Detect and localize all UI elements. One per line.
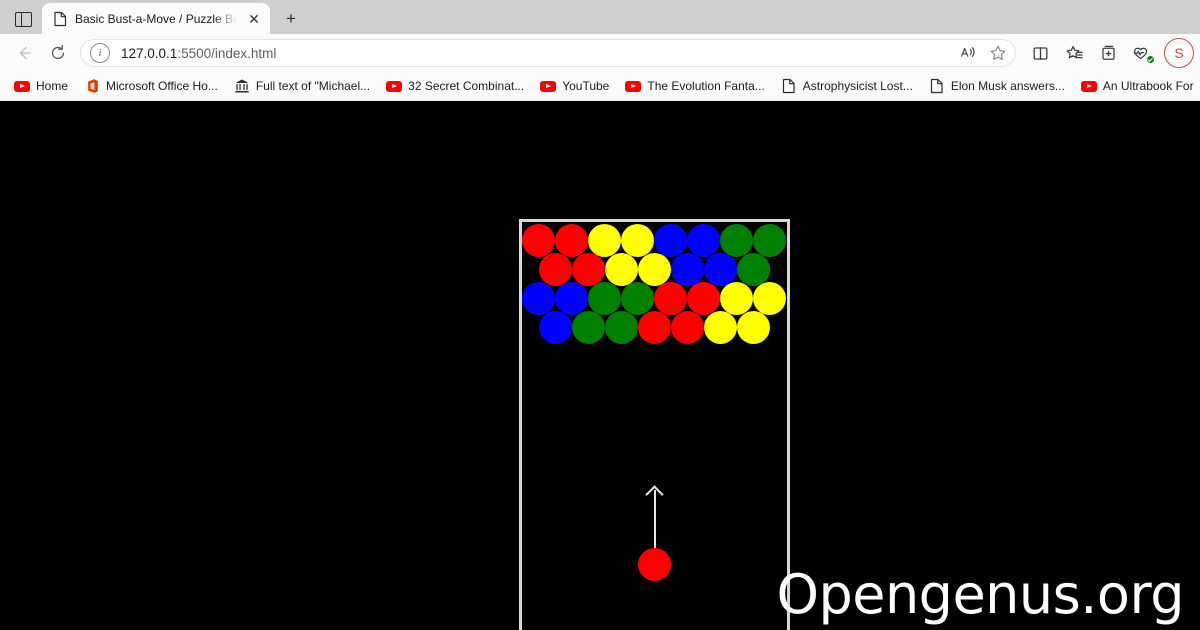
bookmark-label: 32 Secret Combinat... <box>408 79 525 93</box>
back-button[interactable] <box>8 38 40 68</box>
browser-toolbar: i 127.0.0.1:5500/index.html S <box>0 34 1200 72</box>
game-board[interactable] <box>519 219 790 630</box>
bubble <box>555 224 588 257</box>
bubble <box>736 253 770 286</box>
page-icon <box>782 78 795 94</box>
bubble <box>588 282 621 315</box>
reload-button[interactable] <box>42 38 74 68</box>
bookmark-label: YouTube <box>562 79 610 93</box>
tab-title: Basic Bust-a-Move / Puzzle Bobb <box>75 11 237 26</box>
youtube-icon <box>386 80 403 92</box>
bookmark-label: Full text of "Michael... <box>255 79 371 93</box>
bubble <box>654 224 687 257</box>
site-info-icon[interactable]: i <box>90 43 110 63</box>
page-icon <box>53 11 68 27</box>
bubble <box>670 253 704 286</box>
bookmark-item[interactable]: Home <box>6 76 76 96</box>
bubble <box>637 311 671 344</box>
bubble <box>736 311 770 344</box>
youtube-icon <box>1080 80 1097 92</box>
page-icon <box>930 78 943 94</box>
browser-essentials-icon[interactable] <box>1126 38 1158 68</box>
bubble <box>621 282 654 315</box>
tab-actions-icon <box>14 11 32 27</box>
bubble <box>703 253 737 286</box>
bookmark-label: Home <box>36 79 69 93</box>
url-host: 127.0.0.1 <box>121 45 178 61</box>
bubble <box>687 282 720 315</box>
address-bar[interactable]: i 127.0.0.1:5500/index.html <box>80 39 1016 67</box>
bookmark-label: Elon Musk answers... <box>950 79 1065 93</box>
url-path: :5500/index.html <box>177 45 277 61</box>
split-screen-icon[interactable] <box>1024 38 1056 68</box>
favorite-star-icon[interactable] <box>984 40 1012 66</box>
bubble <box>555 282 588 315</box>
close-icon[interactable]: ✕ <box>244 9 264 29</box>
bubble <box>687 224 720 257</box>
browser-window: Basic Bust-a-Move / Puzzle Bobb ✕ + i 12… <box>0 0 1200 630</box>
bubble <box>522 224 555 257</box>
watermark: Opengenus.org <box>776 562 1184 626</box>
bubble <box>720 282 753 315</box>
bubble <box>604 253 638 286</box>
essentials-status-badge <box>1146 55 1155 64</box>
bookmark-item[interactable]: YouTube <box>532 76 617 96</box>
new-tab-button[interactable]: + <box>276 4 306 32</box>
bookmark-label: An Ultrabook For <box>1102 79 1194 93</box>
bubble <box>522 282 555 315</box>
youtube-icon <box>540 80 557 92</box>
bubble <box>604 311 638 344</box>
bookmark-label: Microsoft Office Ho... <box>106 79 218 93</box>
youtube-icon <box>625 80 642 92</box>
bubble <box>637 253 671 286</box>
page-content: Opengenus.org <box>0 101 1200 630</box>
tab-active[interactable]: Basic Bust-a-Move / Puzzle Bobb ✕ <box>42 3 270 34</box>
bookmark-item[interactable]: Astrophysicist Lost... <box>773 75 921 97</box>
bubble <box>654 282 687 315</box>
archive-icon <box>235 79 249 93</box>
shooter-bubble[interactable] <box>638 548 671 581</box>
bookmark-item[interactable]: Elon Musk answers... <box>921 75 1073 97</box>
tab-actions-button[interactable] <box>4 4 42 34</box>
youtube-icon <box>14 80 30 92</box>
bookmark-label: Astrophysicist Lost... <box>802 79 913 93</box>
bookmarks-bar: Home Microsoft Office Ho... Full text of "… <box>0 72 1200 101</box>
bubble <box>588 224 621 257</box>
favorites-icon[interactable] <box>1058 38 1090 68</box>
bubble <box>571 253 605 286</box>
profile-avatar[interactable]: S <box>1164 38 1194 68</box>
omnibox-actions <box>954 40 1012 66</box>
bookmark-item[interactable]: An Ultrabook For <box>1073 76 1200 96</box>
office-icon <box>88 79 98 93</box>
bubble <box>720 224 753 257</box>
url-text: 127.0.0.1:5500/index.html <box>121 46 276 61</box>
bubble <box>571 311 605 344</box>
bubble <box>538 253 572 286</box>
bookmark-item[interactable]: Microsoft Office Ho... <box>76 75 226 97</box>
bookmark-item[interactable]: The Evolution Fanta... <box>617 76 772 96</box>
read-aloud-icon[interactable] <box>954 40 982 66</box>
bubble <box>753 224 786 257</box>
bookmark-item[interactable]: Full text of "Michael... <box>226 75 378 97</box>
bubble <box>621 224 654 257</box>
bubble <box>670 311 704 344</box>
bookmark-item[interactable]: 32 Secret Combinat... <box>378 76 532 96</box>
bookmark-label: The Evolution Fanta... <box>647 79 765 93</box>
bubble <box>538 311 572 344</box>
bubble <box>703 311 737 344</box>
bubble <box>753 282 786 315</box>
collections-icon[interactable] <box>1092 38 1124 68</box>
tab-strip: Basic Bust-a-Move / Puzzle Bobb ✕ + <box>0 0 1200 34</box>
